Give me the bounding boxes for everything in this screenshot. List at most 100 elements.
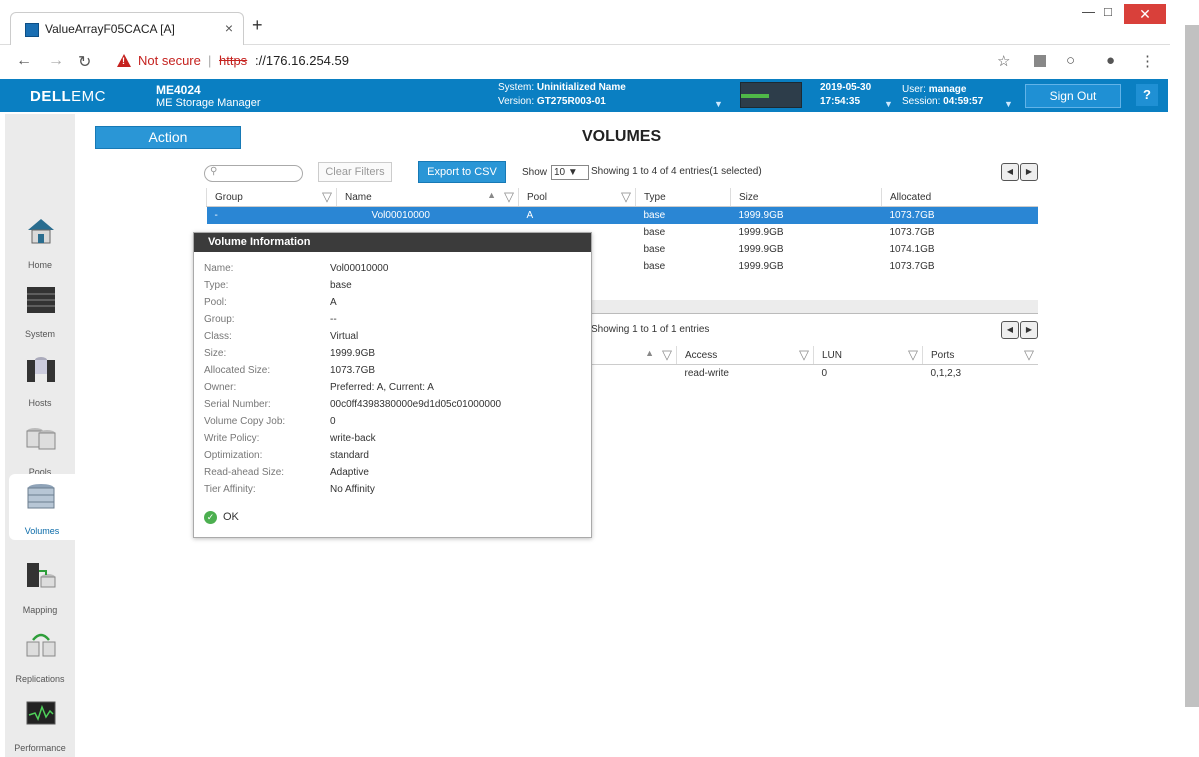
sidebar-item-pools[interactable]: Pools (5, 415, 75, 481)
url-scheme[interactable]: https (219, 53, 247, 68)
sidebar: Home System Hosts Pools Volumes Mapping … (5, 114, 75, 757)
filter-icon[interactable]: ▽ (662, 347, 672, 363)
column-header-group[interactable]: Group ▽ (206, 188, 337, 207)
search-input[interactable]: ⚲ (204, 165, 303, 182)
field-label: Tier Affinity: (204, 484, 256, 495)
system-enclosure-icon[interactable] (740, 82, 802, 108)
ok-check-icon[interactable]: ✓ (204, 511, 217, 524)
column-header-hidden[interactable]: ▲ ▽ (590, 346, 677, 365)
panel-splitter[interactable] (590, 300, 1038, 314)
field-label: Volume Copy Job: (204, 416, 286, 427)
field-label: Read-ahead Size: (204, 467, 285, 478)
filter-icon[interactable]: ▽ (621, 189, 631, 205)
volume-information-popup: Volume Information Name: Vol00010000 Typ… (193, 232, 592, 538)
sidebar-item-mapping[interactable]: Mapping (5, 553, 75, 619)
field-label: Class: (204, 331, 232, 342)
pdf-extension-icon[interactable] (1034, 55, 1046, 67)
browser-tab[interactable]: ValueArrayF05CACA [A] × (10, 12, 244, 45)
sidebar-item-home[interactable]: Home (5, 208, 75, 274)
sidebar-item-replications[interactable]: Replications (5, 622, 75, 688)
session-info[interactable]: Session: 04:59:57 (902, 96, 983, 107)
column-header-pool[interactable]: Pool ▽ (518, 188, 636, 207)
mapping-next-page-button[interactable]: ▶ (1020, 321, 1038, 339)
sort-asc-icon[interactable]: ▲ (487, 190, 496, 200)
system-icon (27, 287, 55, 313)
forward-icon[interactable]: → (48, 52, 64, 70)
field-value: Adaptive (330, 467, 369, 478)
sidebar-item-hosts[interactable]: Hosts (5, 346, 75, 412)
field-label: Pool: (204, 297, 227, 308)
page-scrollbar[interactable] (1185, 25, 1199, 707)
sidebar-item-performance[interactable]: Performance (5, 691, 75, 757)
back-icon[interactable]: ← (16, 52, 32, 70)
column-header-lun[interactable]: LUN ▽ (813, 346, 923, 365)
clear-filters-button[interactable]: Clear Filters (318, 162, 392, 182)
address-separator: | (208, 53, 212, 68)
table-row[interactable]: - Vol00010000 A base 1999.9GB 1073.7GB (206, 206, 1038, 224)
column-header-allocated[interactable]: Allocated (881, 188, 1038, 207)
filter-icon[interactable]: ▽ (322, 189, 332, 205)
maximize-icon[interactable]: □ (1104, 4, 1112, 19)
column-header-ports[interactable]: Ports ▽ (922, 346, 1038, 365)
field-label: Size: (204, 348, 227, 359)
extension-circle-icon[interactable]: ○ (1066, 52, 1075, 69)
filter-icon[interactable]: ▽ (1024, 347, 1034, 363)
date-display[interactable]: 2019-05-30 (820, 82, 871, 93)
warning-icon[interactable]: ! (117, 54, 131, 67)
prev-page-button[interactable]: ◀ (1001, 163, 1019, 181)
column-header-name[interactable]: Name ▲ ▽ (336, 188, 519, 207)
field-label: Owner: (204, 382, 237, 393)
product-name: ME Storage Manager (156, 97, 261, 109)
help-button[interactable]: ? (1136, 84, 1158, 106)
field-label: Allocated Size: (204, 365, 271, 376)
column-header-access[interactable]: Access ▽ (676, 346, 814, 365)
app-header: DELLEMC ME4024 ME Storage Manager System… (0, 79, 1168, 112)
reload-icon[interactable]: ↻ (78, 52, 91, 72)
field-value: 00c0ff4398380000e9d1d05c01000000 (330, 399, 502, 410)
field-value: 0 (330, 416, 336, 427)
mapping-prev-page-button[interactable]: ◀ (1001, 321, 1019, 339)
minimize-icon[interactable]: — (1082, 4, 1095, 19)
page-size-select[interactable]: 10 ▼ (551, 165, 589, 180)
field-label: Optimization: (204, 450, 263, 461)
ok-button[interactable]: OK (223, 511, 239, 523)
table-row[interactable]: read-write 0 0,1,2,3 (590, 365, 1038, 383)
field-label: Write Policy: (204, 433, 260, 444)
column-header-type[interactable]: Type (635, 188, 731, 207)
datetime-dropdown-icon[interactable]: ▼ (884, 99, 893, 109)
version-info[interactable]: Version: GT275R003-01 (498, 96, 606, 107)
system-info[interactable]: System: Uninitialized Name (498, 82, 626, 93)
bookmark-star-icon[interactable]: ☆ (997, 52, 1010, 70)
filter-icon[interactable]: ▽ (504, 189, 514, 205)
account-icon[interactable]: ● (1106, 52, 1115, 69)
security-label[interactable]: Not secure (138, 53, 201, 68)
user-info[interactable]: User: manage (902, 84, 966, 95)
sidebar-item-volumes[interactable]: Volumes (9, 474, 75, 540)
tab-close-icon[interactable]: × (225, 20, 233, 36)
search-icon: ⚲ (210, 166, 218, 177)
address-bar: ← → ↻ ! Not secure | https ://176.16.254… (0, 45, 1170, 77)
sign-out-button[interactable]: Sign Out (1025, 84, 1121, 108)
export-csv-button[interactable]: Export to CSV (418, 161, 506, 183)
sort-asc-icon[interactable]: ▲ (645, 348, 654, 358)
menu-dots-icon[interactable]: ⋮ (1140, 52, 1155, 70)
filter-icon[interactable]: ▽ (908, 347, 918, 363)
field-value: 1999.9GB (330, 348, 376, 359)
field-value: standard (330, 450, 369, 461)
action-button[interactable]: Action (95, 126, 241, 149)
sidebar-item-system[interactable]: System (5, 277, 75, 343)
system-dropdown-icon[interactable]: ▼ (714, 99, 723, 109)
show-label: Show (522, 167, 548, 178)
next-page-button[interactable]: ▶ (1020, 163, 1038, 181)
new-tab-button[interactable]: + (252, 15, 263, 36)
popup-title: Volume Information (194, 233, 591, 252)
field-value: base (330, 280, 352, 291)
window-close-button[interactable]: ✕ (1124, 4, 1166, 24)
column-header-size[interactable]: Size (730, 188, 882, 207)
user-dropdown-icon[interactable]: ▼ (1004, 99, 1013, 109)
field-value: A (330, 297, 337, 308)
filter-icon[interactable]: ▽ (799, 347, 809, 363)
field-value: Vol00010000 (330, 263, 389, 274)
time-display[interactable]: 17:54:35 (820, 96, 860, 107)
url-text[interactable]: ://176.16.254.59 (255, 53, 349, 68)
